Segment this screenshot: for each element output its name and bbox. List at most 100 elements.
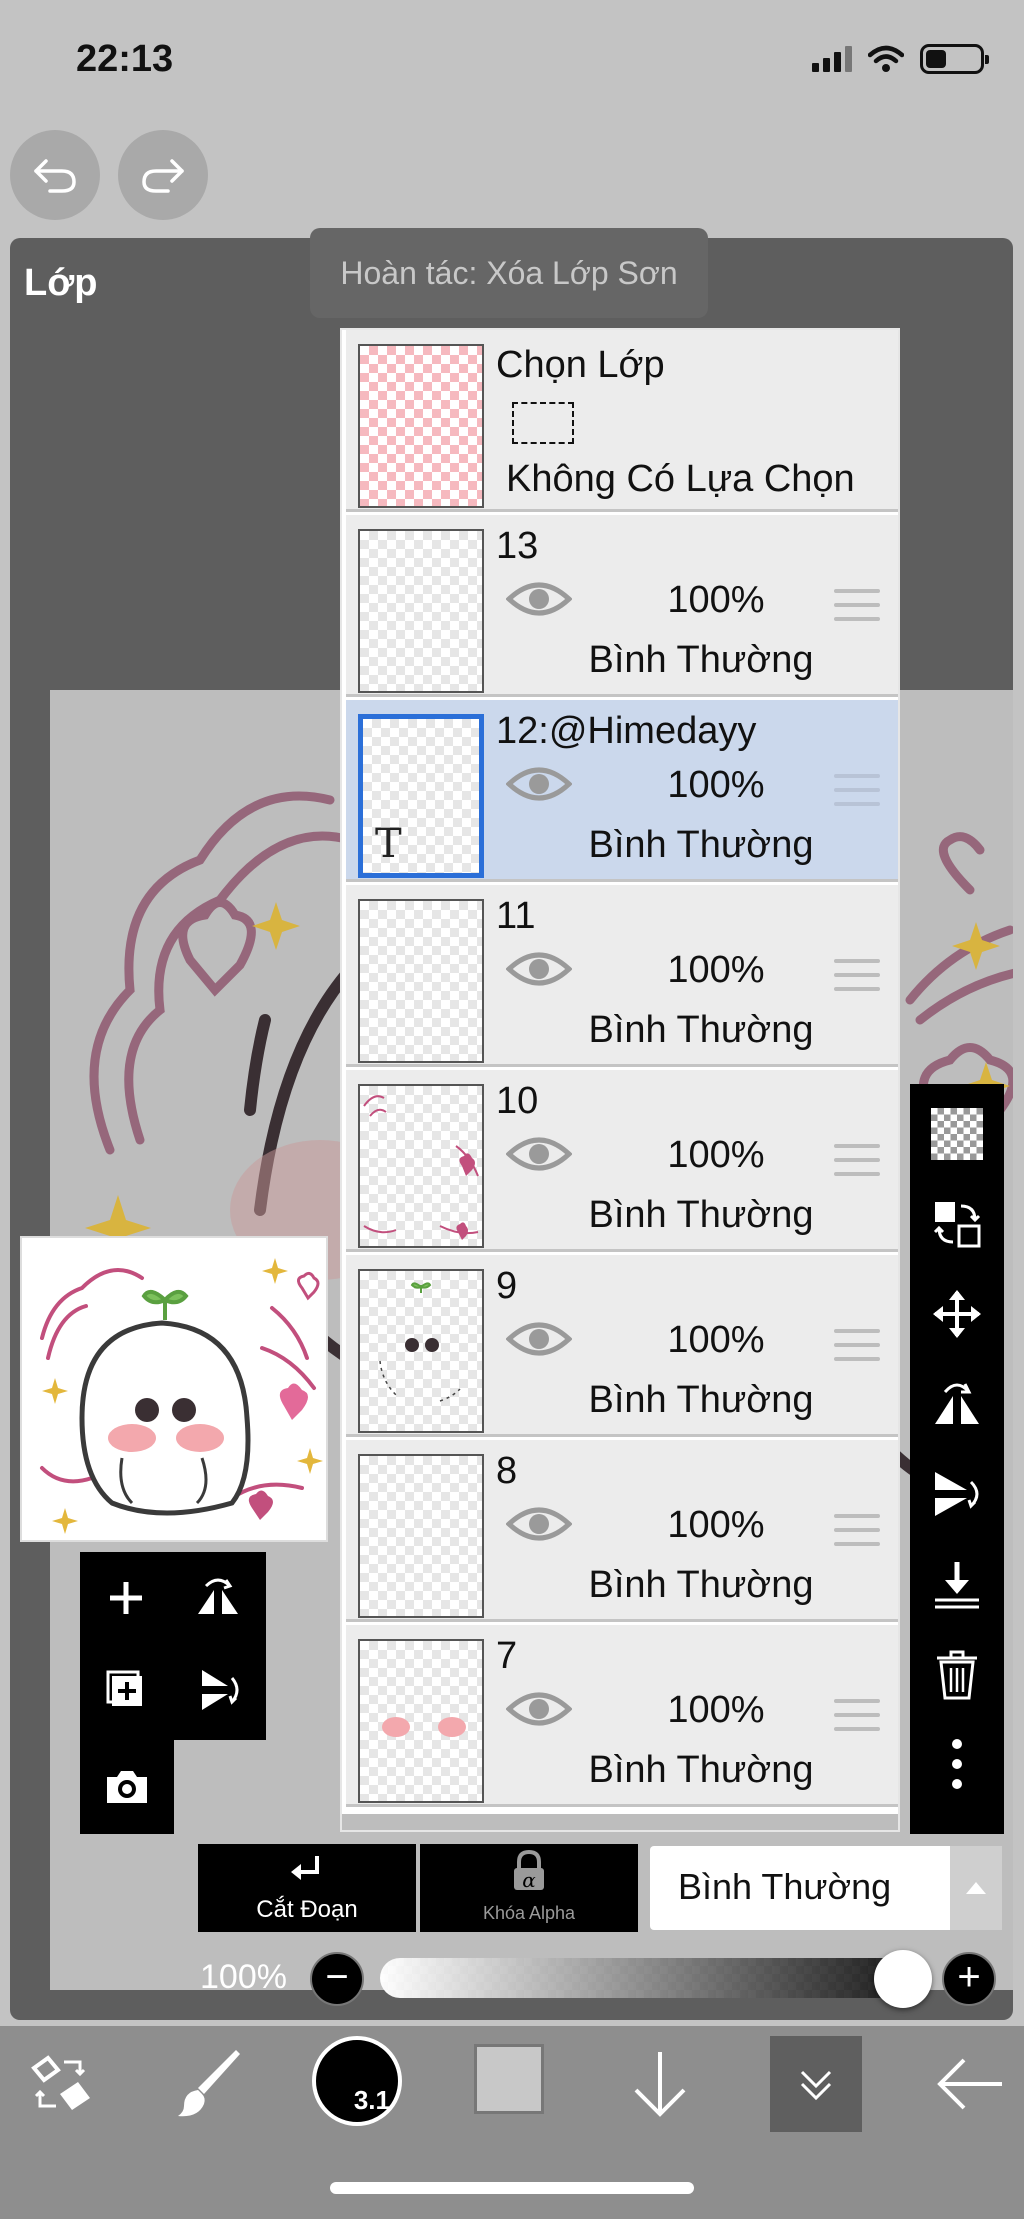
flip-vertical-button[interactable] [927,1464,987,1524]
brush-size-button[interactable]: 3.1 [312,2036,402,2126]
merge-down-button[interactable] [927,1554,987,1614]
layer-list[interactable]: Chọn Lớp Không Có Lựa Chọn 13 100% Bình … [340,328,900,1832]
layer-thumbnail [358,1084,484,1248]
drag-handle-icon[interactable] [834,1329,880,1371]
delete-layer-button[interactable] [927,1644,987,1704]
layer-thumbnail [358,1454,484,1618]
chevron-up-icon[interactable] [950,1846,1002,1930]
merge-down-icon [935,1562,979,1609]
selection-layer-row[interactable]: Chọn Lớp Không Có Lựa Chọn [346,330,898,512]
drag-handle-icon[interactable] [834,1514,880,1556]
brush-tool-button[interactable] [160,2036,260,2132]
flip-vertical-icon [935,1472,979,1516]
duplicate-layer-button[interactable] [96,1660,156,1720]
layer-swap-icon [933,1202,981,1248]
redo-button[interactable] [118,130,208,220]
layer-thumbnail: T [358,714,484,878]
visibility-eye-icon[interactable] [506,1317,572,1361]
layer-swap-button[interactable] [927,1194,987,1254]
layer-row-10[interactable]: 10 100% Bình Thường [346,1070,898,1252]
flip-layer-vertical-button[interactable] [188,1660,248,1720]
drag-handle-icon[interactable] [834,589,880,631]
layer-name: 9 [496,1265,518,1307]
panel-title: Lớp [24,262,98,304]
alpha-lock-button[interactable]: α Khóa Alpha [420,1844,638,1932]
opacity-slider-track[interactable] [380,1958,920,1998]
layer-row-8[interactable]: 8 100% Bình Thường [346,1440,898,1622]
layer-row-12-selected[interactable]: T 12:@Himedayy 100% Bình Thường [346,700,898,882]
brush-icon [178,2050,240,2117]
canvas-thumbnail[interactable] [20,1236,328,1542]
visibility-eye-icon[interactable] [506,947,572,991]
camera-tool [80,1740,174,1834]
opacity-decrease-button[interactable]: − [310,1952,364,2006]
layer-row-9[interactable]: 9 100% Bình Thường [346,1255,898,1437]
layer-opacity: 100% [667,1689,765,1731]
alpha-lock-label: Khóa Alpha [482,1903,576,1923]
layer-thumbnail [358,529,484,693]
move-layer-button[interactable] [927,1284,987,1344]
layer-blend-mode: Bình Thường [588,1194,814,1236]
arrow-down-icon [634,2052,686,2117]
back-button[interactable] [920,2036,1020,2132]
camera-icon [107,1771,147,1803]
add-layer-button[interactable] [96,1568,156,1628]
clipping-button[interactable]: Cắt Đoạn [198,1844,416,1932]
thumbnail-art [40,1258,323,1534]
layer-opacity: 100% [667,764,765,806]
flip-layer-horizontal-button[interactable] [188,1568,248,1628]
visibility-eye-icon[interactable] [506,1687,572,1731]
color-swatch-button[interactable] [474,2044,544,2114]
visibility-eye-icon[interactable] [506,577,572,621]
app-root: 22:13 Lớp Hoàn tác: Xóa Lớp Sơn Chọn Lớp… [0,0,1024,2219]
flip-vertical-icon [202,1670,239,1710]
new-transparent-layer-button[interactable] [927,1104,987,1164]
layers-button[interactable] [770,2036,862,2132]
blend-mode-select[interactable]: Bình Thường [650,1846,1002,1930]
transform-icon [31,2055,90,2110]
flip-horizontal-button[interactable] [927,1374,987,1434]
drag-handle-icon[interactable] [834,959,880,1001]
layer-opacity: 100% [667,579,765,621]
drag-handle-icon[interactable] [834,1699,880,1741]
wifi-icon [868,45,904,72]
layer-name: 10 [496,1080,539,1122]
battery-icon [920,44,989,74]
layer-name: 12:@Himedayy [496,710,757,752]
visibility-eye-icon[interactable] [506,1502,572,1546]
layer-thumbnail [358,1269,484,1433]
layer-7-preview [382,1717,466,1737]
layer-blend-mode: Bình Thường [588,1379,814,1421]
text-layer-icon: T [375,821,402,867]
more-options-button[interactable] [927,1734,987,1794]
canvas-down-button[interactable] [610,2036,710,2132]
layer-row-13[interactable]: 13 100% Bình Thường [346,515,898,697]
layer-blend-mode: Bình Thường [588,1749,814,1791]
drag-handle-icon[interactable] [834,1144,880,1186]
checker-new-layer-icon [931,1108,983,1160]
layer-blend-mode: Bình Thường [588,1564,814,1606]
alpha-icon: α [522,1868,536,1892]
layer-9-preview [379,1282,461,1402]
layer-name: 13 [496,525,539,567]
opacity-increase-button[interactable]: + [942,1952,996,2006]
back-icon [937,2058,1002,2110]
undo-button[interactable] [10,130,100,220]
transform-tool-button[interactable] [10,2036,110,2132]
layer-blend-mode: Bình Thường [588,639,814,681]
opacity-slider-knob[interactable] [874,1950,932,2008]
flip-horizontal-icon [935,1383,979,1424]
layer-row-7[interactable]: 7 100% Bình Thường [346,1625,898,1807]
move-icon [933,1290,981,1338]
visibility-eye-icon[interactable] [506,1132,572,1176]
clipping-icon [291,1856,319,1880]
layers-collapse-icon [800,2070,832,2101]
camera-button[interactable] [97,1757,157,1817]
layer-row-11[interactable]: 11 100% Bình Thường [346,885,898,1067]
layer-opacity: 100% [667,1504,765,1546]
layer-thumbnail [358,899,484,1063]
layer-blend-mode: Bình Thường [588,1009,814,1051]
visibility-eye-icon[interactable] [506,762,572,806]
selection-layer-thumbnail [358,344,484,508]
drag-handle-icon[interactable] [834,774,880,816]
